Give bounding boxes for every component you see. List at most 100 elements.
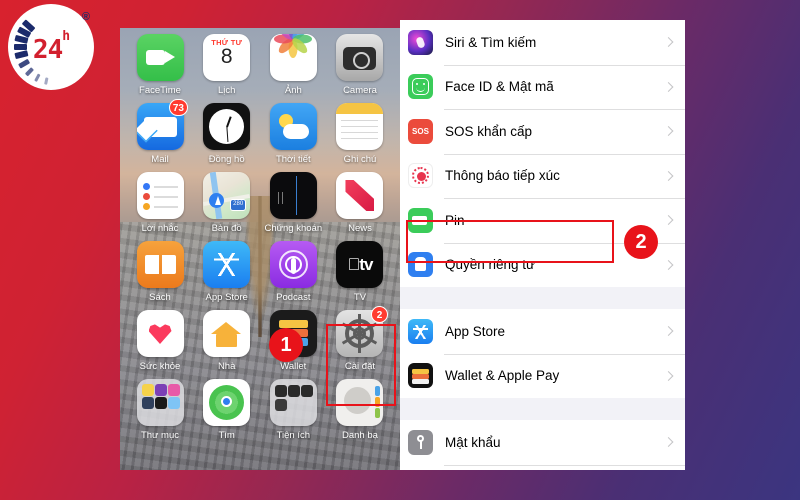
face-id-icon	[408, 74, 433, 100]
settings-row-label: Face ID & Mật mã	[445, 79, 554, 95]
reminders-icon	[136, 172, 184, 219]
settings-row-label: Thông báo tiếp xúc	[445, 168, 560, 184]
app-row: Lời nhắc 280 Bản đồ Chứng khoán News	[130, 172, 390, 234]
app-label: Danh bạ	[342, 430, 378, 441]
registered-trademark-icon: ®	[81, 11, 90, 23]
app-podcasts[interactable]: Podcast	[263, 241, 323, 303]
notification-badge: 73	[168, 99, 188, 116]
app-grid: FaceTime THỨ TƯ 8 Lịch Ảnh Camera 73 Mai…	[120, 28, 400, 441]
step-1-badge: 1	[269, 328, 303, 362]
app-store-icon	[408, 318, 433, 344]
news-icon	[336, 172, 384, 219]
passwords-key-icon	[408, 429, 433, 455]
app-photos[interactable]: Ảnh	[263, 34, 323, 96]
wallet-icon	[408, 363, 433, 389]
battery-icon	[408, 207, 433, 233]
app-label: Lời nhắc	[141, 223, 179, 234]
app-label: Wallet	[280, 361, 307, 372]
settings-row-label: Wallet & Apple Pay	[445, 368, 560, 384]
app-mail[interactable]: 73 Mail	[130, 99, 190, 165]
app-label: Cài đặt	[344, 361, 376, 372]
stocks-icon	[269, 172, 317, 219]
app-weather[interactable]: Thời tiết	[263, 103, 323, 165]
chevron-right-icon	[663, 326, 674, 337]
app-home[interactable]: Nhà	[197, 310, 257, 372]
app-label: News	[348, 223, 372, 234]
app-reminders[interactable]: Lời nhắc	[130, 172, 190, 234]
app-label: Chứng khoán	[264, 223, 323, 234]
utilities-folder-icon	[269, 379, 317, 426]
books-icon	[136, 241, 184, 288]
logo-text: 24h	[32, 29, 70, 65]
app-store-icon	[203, 241, 251, 288]
app-label: Sức khỏe	[139, 361, 181, 372]
app-label: Podcast	[276, 292, 311, 303]
sos-icon: SOS	[408, 118, 433, 144]
app-tv[interactable]: tv TV	[330, 241, 390, 303]
chevron-right-icon	[663, 215, 674, 226]
chevron-right-icon	[663, 126, 674, 137]
weather-icon	[269, 103, 317, 150]
app-health[interactable]: Sức khỏe	[130, 310, 190, 372]
app-books[interactable]: Sách	[130, 241, 190, 303]
step-2-badge: 2	[624, 225, 658, 259]
camera-icon	[336, 34, 384, 81]
app-label: Ảnh	[284, 85, 302, 96]
tv-icon: tv	[336, 241, 384, 288]
app-row: Sách App Store Podcast tv TV	[130, 241, 390, 303]
app-clock[interactable]: Đồng hồ	[197, 103, 257, 165]
settings-row-siri[interactable]: Siri & Tìm kiếm	[400, 20, 685, 65]
settings-row-label: Mật khẩu	[445, 434, 501, 450]
24h-watermark-logo: ® 24h	[8, 4, 94, 90]
maps-icon: 280	[203, 172, 251, 219]
find-my-icon	[203, 379, 251, 426]
settings-row-label: SOS khẩn cấp	[445, 123, 533, 139]
app-notes[interactable]: Ghi chú	[330, 103, 390, 165]
settings-row-label: App Store	[445, 323, 506, 339]
app-contacts[interactable]: Danh bạ	[330, 379, 390, 441]
app-maps[interactable]: 280 Bản đồ	[197, 172, 257, 234]
app-app-store[interactable]: App Store	[197, 241, 257, 303]
app-row: Sức khỏe Nhà Wallet 2 Cài đặt	[130, 306, 390, 372]
chevron-right-icon	[663, 437, 674, 448]
settings-row-wallet-apple-pay[interactable]: Wallet & Apple Pay	[400, 353, 685, 398]
health-icon	[136, 310, 184, 357]
app-find-my[interactable]: Tìm	[197, 379, 257, 441]
calendar-day-number: 8	[220, 45, 233, 68]
facetime-icon	[136, 34, 184, 81]
app-label: Tiện ích	[276, 430, 311, 441]
app-facetime[interactable]: FaceTime	[130, 34, 190, 96]
settings-row-exposure-notifications[interactable]: Thông báo tiếp xúc	[400, 153, 685, 198]
app-label: Tìm	[218, 430, 235, 441]
settings-group-3: Mật khẩu Mail	[400, 420, 685, 470]
app-label: Thời tiết	[275, 154, 311, 165]
app-label: App Store	[205, 292, 248, 303]
app-label: Mail	[151, 154, 169, 165]
app-label: TV	[353, 292, 367, 303]
app-news[interactable]: News	[330, 172, 390, 234]
app-folder-thu-muc[interactable]: Thư mục	[130, 379, 190, 441]
settings-row-passwords[interactable]: Mật khẩu	[400, 420, 685, 465]
iphone-home-screen: FaceTime THỨ TƯ 8 Lịch Ảnh Camera 73 Mai…	[120, 28, 400, 470]
app-label: Bản đồ	[211, 223, 242, 234]
chevron-right-icon	[663, 37, 674, 48]
app-row: Thư mục Tìm Tiện ích Danh bạ	[130, 379, 390, 441]
app-calendar[interactable]: THỨ TƯ 8 Lịch	[197, 34, 257, 96]
exposure-notification-icon	[408, 163, 433, 189]
app-label: FaceTime	[139, 85, 181, 96]
settings-group-2: App Store Wallet & Apple Pay	[400, 309, 685, 398]
app-label: Ghi chú	[343, 154, 377, 165]
chevron-right-icon	[663, 259, 674, 270]
settings-row-label: Siri & Tìm kiếm	[445, 34, 537, 50]
settings-row-face-id[interactable]: Face ID & Mật mã	[400, 64, 685, 109]
app-settings[interactable]: 2 Cài đặt	[330, 306, 390, 372]
app-utilities-folder[interactable]: Tiện ích	[263, 379, 323, 441]
settings-row-label: Quyền riêng tư	[445, 257, 536, 273]
settings-row-mail[interactable]: Mail	[400, 464, 685, 470]
app-stocks[interactable]: Chứng khoán	[263, 172, 323, 234]
chevron-right-icon	[663, 370, 674, 381]
app-label: Thư mục	[140, 430, 180, 441]
settings-row-app-store[interactable]: App Store	[400, 309, 685, 354]
settings-row-sos[interactable]: SOS SOS khẩn cấp	[400, 109, 685, 154]
app-camera[interactable]: Camera	[330, 34, 390, 96]
